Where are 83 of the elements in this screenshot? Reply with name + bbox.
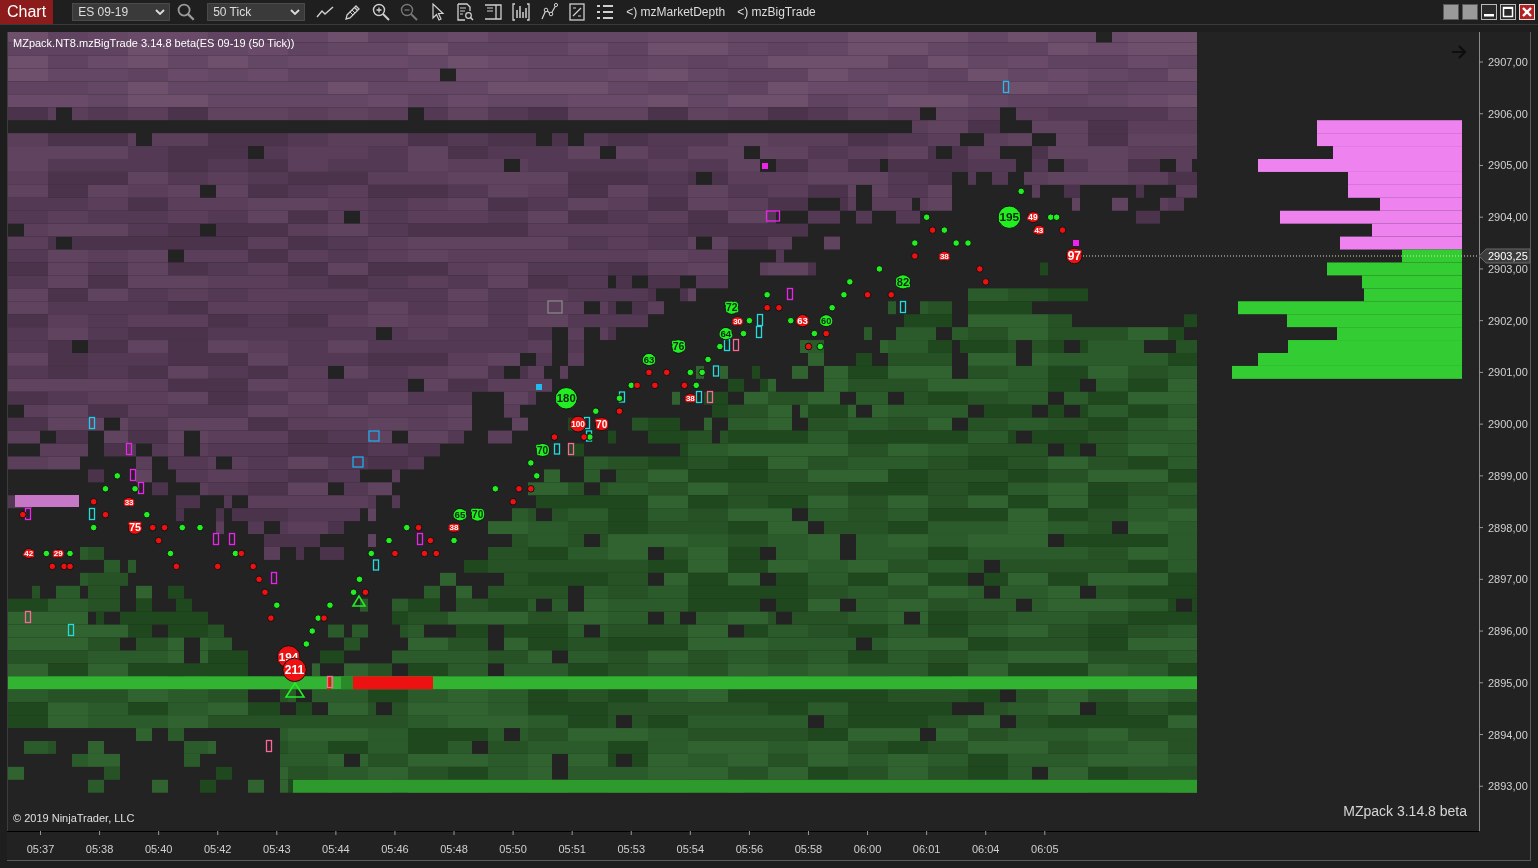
time-label: 05:58 <box>794 843 823 855</box>
time-label: 05:46 <box>381 843 409 855</box>
volume-label: 38 <box>685 394 695 404</box>
maximize-icon[interactable] <box>1500 4 1516 20</box>
volume-label: 63 <box>643 353 655 365</box>
copyright-text: © 2019 NinjaTrader, LLC <box>13 812 135 824</box>
volume-label: 72 <box>725 302 738 314</box>
page-icon[interactable] <box>568 3 587 21</box>
time-label: 06:04 <box>971 843 1000 855</box>
price-label: 2900,00 <box>1488 418 1528 431</box>
time-label: 05:42 <box>203 843 232 855</box>
time-label: 06:05 <box>1031 843 1059 855</box>
time-label: 05:54 <box>676 843 705 855</box>
level-marker-icon <box>24 507 32 521</box>
price-label: 2894,00 <box>1488 728 1528 741</box>
price-label: 2901,00 <box>1488 366 1528 379</box>
price-label: 2893,00 <box>1488 780 1528 793</box>
volume-label: 195 <box>999 210 1020 225</box>
price-label: 2895,00 <box>1488 676 1528 689</box>
volume-label: 63 <box>797 315 808 327</box>
time-label: 05:50 <box>499 843 527 855</box>
volume-label: 65 <box>454 509 466 521</box>
price-label: 2899,00 <box>1488 469 1528 482</box>
price-label: 2905,00 <box>1488 159 1528 172</box>
indicator-button[interactable]: <) mzMarketDepth <box>626 5 726 19</box>
time-label: 05:53 <box>617 843 645 855</box>
price-label: 2907,00 <box>1488 56 1528 68</box>
level-marker-icon <box>24 610 32 624</box>
price-label: 2903,00 <box>1488 262 1528 275</box>
time-label: 05:43 <box>263 843 291 855</box>
price-label: 2897,00 <box>1488 573 1528 586</box>
document-search-icon[interactable] <box>456 3 475 21</box>
time-label: 05:48 <box>440 843 468 855</box>
time-label: 05:56 <box>735 843 764 855</box>
chart-tab[interactable]: Chart <box>0 0 54 24</box>
instrument-dropdown[interactable]: ES 09-19 <box>72 3 171 21</box>
price-label: 2896,00 <box>1488 625 1528 638</box>
indicator-button[interactable]: <) mzBigTrade <box>737 5 816 19</box>
volume-label: 97 <box>1067 249 1081 264</box>
volume-label: 75 <box>129 521 141 534</box>
volume-label: 70 <box>472 509 484 521</box>
volume-label: 49 <box>1028 213 1038 223</box>
caret-icon <box>290 9 301 15</box>
minimize-icon[interactable] <box>1481 4 1497 20</box>
last-price-tag: 2903,25 <box>1478 248 1531 264</box>
search-icon[interactable] <box>177 3 196 21</box>
caret-icon <box>155 9 166 15</box>
price-label: 2904,00 <box>1488 211 1528 224</box>
price-label: 2902,00 <box>1488 314 1528 327</box>
time-label: 05:37 <box>26 843 55 855</box>
volume-label: 42 <box>24 549 34 559</box>
volume-label: 70 <box>596 418 608 430</box>
zoom-out-icon[interactable] <box>400 3 419 21</box>
version-label: MZpack 3.14.8 beta <box>1343 803 1467 819</box>
interval-dropdown[interactable]: 50 Tick <box>207 3 306 21</box>
price-label: 2906,00 <box>1488 107 1528 120</box>
volume-label: 33 <box>124 497 134 507</box>
time-label: 05:40 <box>144 843 173 855</box>
volume-label: 100 <box>571 420 585 430</box>
volume-label: 211 <box>284 663 305 678</box>
level-marker-icon <box>1002 80 1010 94</box>
time-label: 05:44 <box>322 843 350 855</box>
bar-chart-icon[interactable] <box>512 3 531 21</box>
window-button[interactable] <box>1443 4 1459 20</box>
volume-label: 43 <box>1034 226 1044 235</box>
list-icon[interactable] <box>596 3 615 21</box>
chart-title: MZpack.NT8.mzBigTrade 3.14.8 beta(ES 09-19 (50 Tick)) <box>13 37 295 49</box>
volume-label: 70 <box>537 444 549 456</box>
time-label: 06:00 <box>853 843 882 855</box>
zoom-in-icon[interactable] <box>372 3 391 21</box>
time-label: 05:51 <box>558 843 586 855</box>
volume-label: 76 <box>672 340 685 353</box>
window-layout-icon[interactable] <box>484 3 503 21</box>
line-nodes-icon[interactable] <box>540 3 559 21</box>
price-label: 2898,00 <box>1488 521 1528 534</box>
volume-label: 38 <box>939 251 949 261</box>
close-icon[interactable] <box>1519 4 1535 20</box>
volume-label: 180 <box>556 392 576 405</box>
volume-label: 82 <box>896 275 910 288</box>
time-label: 06:01 <box>912 843 941 855</box>
volume-label: 60 <box>821 316 832 326</box>
time-label: 05:38 <box>85 843 114 855</box>
volume-label: 64 <box>720 328 732 340</box>
